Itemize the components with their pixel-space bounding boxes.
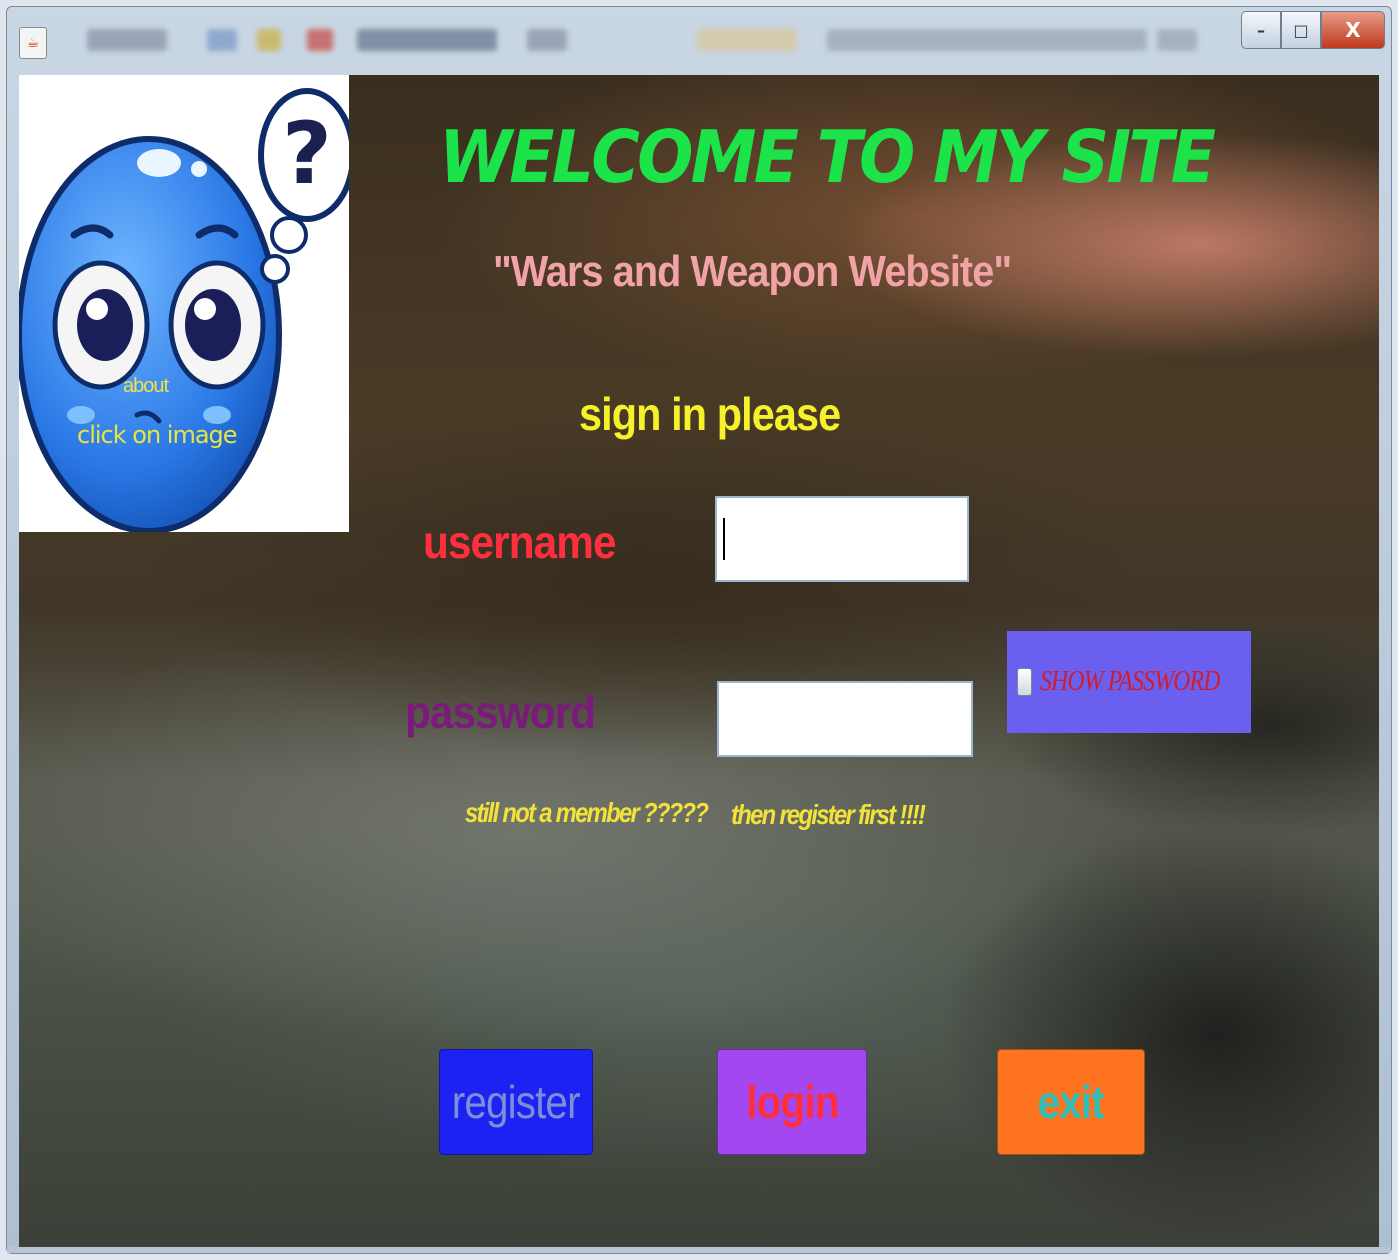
- login-panel: ? about click on image WELCOME TO MY SIT…: [19, 75, 1379, 1249]
- show-password-label: SHOW PASSWORD: [1039, 666, 1220, 697]
- welcome-heading: WELCOME TO MY SITE: [439, 115, 1216, 199]
- not-member-text: still not a member ?????: [465, 797, 709, 828]
- show-password-checkbox[interactable]: [1017, 668, 1032, 696]
- register-button[interactable]: register: [439, 1049, 593, 1155]
- login-button[interactable]: login: [717, 1049, 867, 1155]
- app-window: ☕ – □ X ? about click on image WELCOME T…: [6, 6, 1392, 1254]
- register-button-label: register: [452, 1076, 581, 1128]
- about-label: about: [123, 375, 169, 397]
- login-button-label: login: [745, 1076, 839, 1128]
- window-bottom-border: [7, 1247, 1391, 1253]
- click-on-image-hint: click on image: [77, 421, 238, 449]
- register-first-link[interactable]: then register first !!!!: [731, 799, 926, 831]
- window-controls: – □ X: [1241, 11, 1385, 51]
- text-caret: [723, 518, 725, 560]
- site-subtitle: "Wars and Weapon Website": [493, 247, 1012, 296]
- username-label: username: [423, 516, 617, 568]
- sign-in-prompt: sign in please: [579, 388, 841, 440]
- title-bar: ☕ – □ X: [7, 7, 1391, 75]
- password-input[interactable]: [717, 681, 973, 757]
- question-smiley-icon: ?: [19, 88, 349, 532]
- show-password-toggle[interactable]: SHOW PASSWORD: [1007, 631, 1251, 733]
- username-input[interactable]: [715, 496, 969, 582]
- maximize-button[interactable]: □: [1281, 11, 1321, 49]
- close-button[interactable]: X: [1321, 11, 1385, 49]
- minimize-button[interactable]: –: [1241, 11, 1281, 49]
- password-label: password: [405, 686, 596, 738]
- java-icon[interactable]: ☕: [19, 27, 47, 59]
- exit-button[interactable]: exit: [997, 1049, 1145, 1155]
- exit-button-label: exit: [1037, 1076, 1105, 1128]
- blurred-toolbar: [57, 19, 1207, 63]
- thought-question-mark: ?: [282, 104, 332, 204]
- about-image[interactable]: ? about click on image: [19, 75, 349, 532]
